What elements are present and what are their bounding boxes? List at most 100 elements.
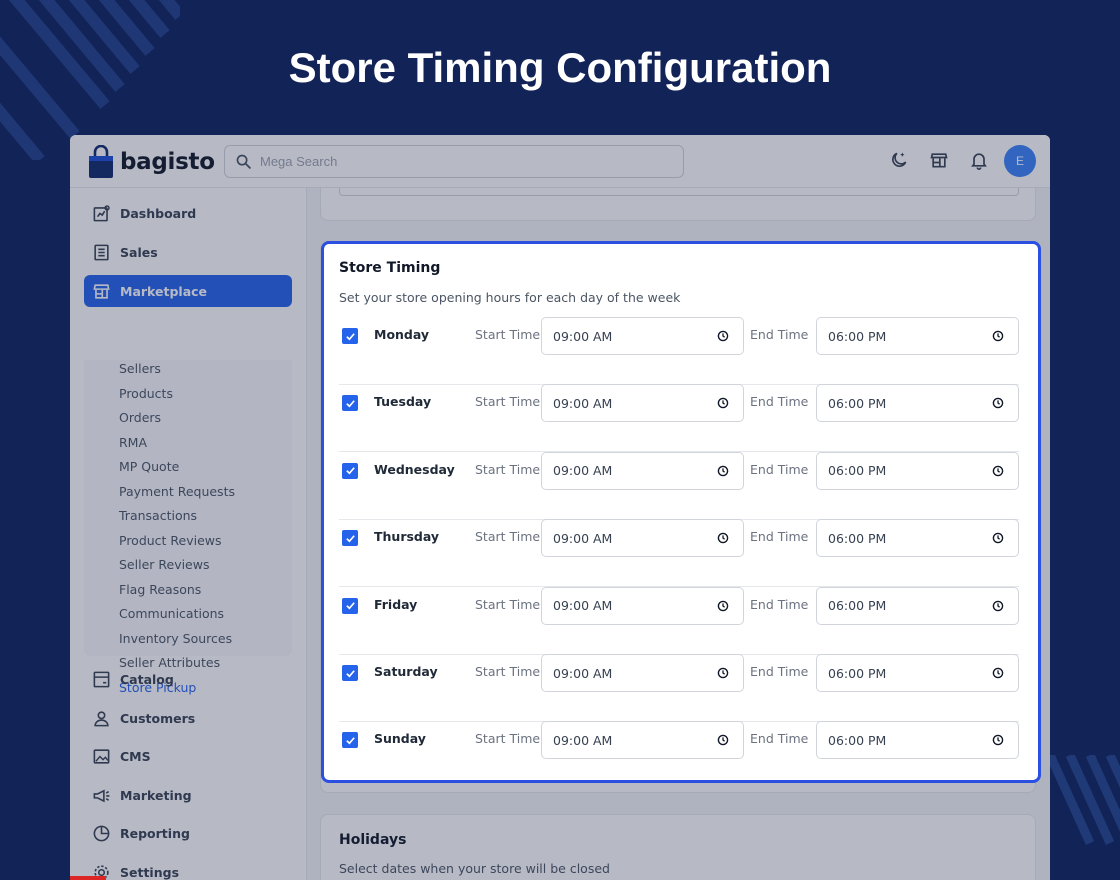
clock-icon <box>717 532 729 544</box>
clock-icon <box>992 398 1004 409</box>
start-time-input[interactable]: 09:00 AM <box>541 519 744 558</box>
hero-title: Store Timing Configuration <box>288 44 832 91</box>
day-row-tuesday: Tuesday Start Time 09:00 AM End Time 06:00 P… <box>339 384 1019 453</box>
sidebar-item-label: Settings <box>120 864 180 880</box>
end-time-input[interactable]: 06:00 PM <box>816 721 1019 760</box>
submenu-item-inventory-sources[interactable]: Inventory Sources <box>119 630 232 648</box>
start-time-input[interactable]: 09:00 AM <box>541 384 744 423</box>
top-header: bagisto Mega Search E <box>70 135 1050 188</box>
sidebar-item-label: Customers <box>120 710 196 726</box>
clock-icon <box>717 735 729 746</box>
day-name: Saturday <box>374 664 438 679</box>
cms-icon <box>91 746 111 766</box>
sidebar-item-customers[interactable]: Customers <box>84 702 292 734</box>
start-time-input[interactable]: 09:00 AM <box>541 586 744 625</box>
end-time-input[interactable]: 06:00 PM <box>816 451 1019 490</box>
day-row-thursday: Thursday Start Time 09:00 AM End Time 06:00 … <box>339 519 1019 588</box>
sidebar-item-dashboard[interactable]: Dashboard <box>84 197 292 229</box>
submenu-item-products[interactable]: Products <box>119 385 173 403</box>
sidebar-item-sales[interactable]: Sales <box>84 236 292 268</box>
day-row-monday: Monday Start Time 09:00 AM End Time 06:00 PM <box>339 317 1019 385</box>
day-name: Thursday <box>374 529 440 545</box>
end-time-input[interactable]: 06:00 PM <box>816 384 1019 423</box>
end-time-input[interactable]: 06:00 PM <box>816 519 1019 558</box>
red-indicator <box>70 876 106 880</box>
moon-icon <box>892 152 907 167</box>
end-time-label: End Time <box>750 596 809 612</box>
day-checkbox[interactable] <box>342 665 358 681</box>
submenu-item-rma[interactable]: RMA <box>119 434 147 452</box>
day-checkbox[interactable] <box>342 732 358 749</box>
store-timing-card: Store Timing Set your store opening hour… <box>321 241 1041 783</box>
customers-icon <box>91 708 111 728</box>
megaphone-icon <box>91 785 111 805</box>
checkmark-icon <box>345 400 355 408</box>
sidebar-item-label: CMS <box>120 748 151 764</box>
sidebar-item-label: Dashboard <box>120 205 197 221</box>
holidays-card: Holidays Select dates when your store wi… <box>320 814 1036 880</box>
end-time-label: End Time <box>750 394 809 410</box>
sidebar-item-label: Marketplace <box>120 283 208 299</box>
store-timing-subtitle: Set your store opening hours for each da… <box>339 290 681 305</box>
day-row-friday: Friday Start Time 09:00 AM End Time 06:00 PM <box>339 586 1019 655</box>
end-time-value: 06:00 PM <box>828 395 887 411</box>
start-time-input[interactable]: 09:00 AM <box>541 654 744 692</box>
sidebar-item-marketing[interactable]: Marketing <box>84 779 292 811</box>
pie-chart-icon <box>91 823 111 843</box>
start-time-value: 09:00 AM <box>553 665 613 681</box>
submenu-item-flag-reasons[interactable]: Flag Reasons <box>119 581 201 599</box>
end-time-label: End Time <box>750 461 809 477</box>
sidebar-item-settings[interactable]: Settings <box>84 856 292 880</box>
start-time-value: 09:00 AM <box>553 463 613 479</box>
mega-search-input[interactable]: Mega Search <box>224 145 684 178</box>
holidays-title: Holidays <box>339 832 407 848</box>
submenu-item-payment-requests[interactable]: Payment Requests <box>119 483 235 501</box>
sidebar-item-cms[interactable]: CMS <box>84 740 292 772</box>
notifications-button[interactable] <box>968 149 990 171</box>
user-avatar[interactable]: E <box>1004 145 1036 177</box>
end-time-label: End Time <box>750 731 809 747</box>
submenu-item-orders[interactable]: Orders <box>119 409 161 427</box>
sidebar-item-reporting[interactable]: Reporting <box>84 817 292 849</box>
clock-icon <box>717 667 729 679</box>
end-time-input[interactable]: 06:00 PM <box>816 654 1019 692</box>
clock-icon <box>717 465 729 477</box>
submenu-item-sellers[interactable]: Sellers <box>119 360 161 378</box>
day-checkbox[interactable] <box>342 530 358 547</box>
previous-section-field <box>339 188 1019 196</box>
submenu-item-seller-reviews[interactable]: Seller Reviews <box>119 556 210 574</box>
start-time-value: 09:00 AM <box>553 732 613 748</box>
checkmark-icon <box>345 534 355 543</box>
end-time-value: 06:00 PM <box>828 328 887 344</box>
start-time-input[interactable]: 09:00 AM <box>541 721 744 760</box>
submenu-item-communications[interactable]: Communications <box>119 605 224 623</box>
day-row-sunday: Sunday Start Time 09:00 AM End Time 06:00 PM <box>339 721 1019 789</box>
sidebar-item-marketplace[interactable]: Marketplace <box>84 275 292 307</box>
submenu-item-transactions[interactable]: Transactions <box>119 507 197 525</box>
start-time-value: 09:00 AM <box>553 395 613 411</box>
storefront-button[interactable] <box>928 149 950 171</box>
store-timing-title: Store Timing <box>339 260 441 276</box>
end-time-value: 06:00 PM <box>828 463 887 479</box>
day-checkbox[interactable] <box>342 462 358 479</box>
submenu-item-mp-quote[interactable]: MP Quote <box>119 458 179 476</box>
dark-mode-toggle[interactable] <box>888 149 910 171</box>
submenu-item-product-reviews[interactable]: Product Reviews <box>119 532 222 550</box>
holidays-subtitle: Select dates when your store will be clo… <box>339 861 610 876</box>
day-name: Tuesday <box>374 394 432 410</box>
end-time-input[interactable]: 06:00 PM <box>816 586 1019 625</box>
start-time-input[interactable]: 09:00 AM <box>541 451 744 490</box>
shopping-bag-icon <box>89 145 113 178</box>
start-time-input[interactable]: 09:00 AM <box>541 317 744 355</box>
checkmark-icon <box>345 602 355 610</box>
sidebar-item-catalog[interactable]: Catalog <box>84 663 292 695</box>
dashboard-icon <box>91 203 111 223</box>
clock-icon <box>992 735 1004 746</box>
day-row-saturday: Saturday Start Time 09:00 AM End Time 06:00 … <box>339 654 1019 722</box>
day-checkbox[interactable] <box>342 328 358 344</box>
day-checkbox[interactable] <box>342 597 358 614</box>
day-checkbox[interactable] <box>342 395 358 412</box>
end-time-input[interactable]: 06:00 PM <box>816 317 1019 355</box>
clock-icon <box>992 600 1004 611</box>
bagisto-logo[interactable]: bagisto <box>88 144 215 180</box>
